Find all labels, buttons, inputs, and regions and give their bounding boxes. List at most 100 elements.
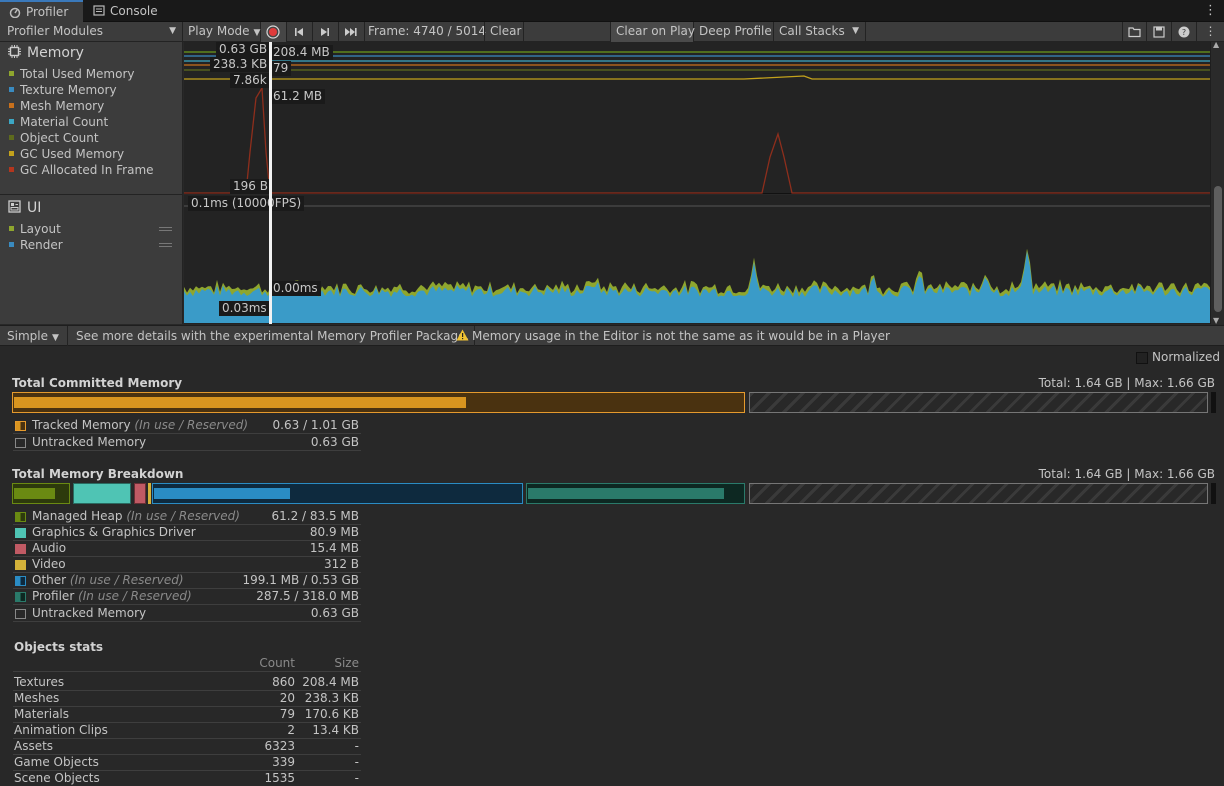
legend-label: Mesh Memory bbox=[20, 99, 105, 113]
video-bar[interactable] bbox=[148, 483, 151, 504]
stat-size: - bbox=[354, 739, 359, 753]
drag-handle-icon[interactable] bbox=[159, 243, 172, 247]
legend-mesh-memory[interactable]: Mesh Memory bbox=[9, 98, 104, 114]
options-menu-icon[interactable]: ⋮ bbox=[1197, 22, 1224, 42]
legend-layout[interactable]: Layout bbox=[9, 221, 177, 237]
profiler-modules-dropdown[interactable]: Profiler Modules ▼ bbox=[0, 22, 183, 42]
tooltip-objects: 7.86k bbox=[230, 73, 270, 88]
memory-profiler-package-link[interactable]: See more details with the experimental M… bbox=[68, 326, 476, 346]
tooltip-texture: 208.4 MB bbox=[270, 45, 333, 60]
breakdown-row-graphics[interactable]: Graphics & Graphics Driver 80.9 MB bbox=[13, 525, 361, 541]
drag-handle-icon[interactable] bbox=[159, 227, 172, 231]
legend-gc-used-memory[interactable]: GC Used Memory bbox=[9, 146, 124, 162]
row-label: Audio bbox=[32, 541, 67, 555]
series-swatch bbox=[9, 226, 14, 231]
last-frame-button[interactable] bbox=[339, 22, 365, 42]
record-icon bbox=[266, 25, 280, 39]
managed-heap-bar[interactable] bbox=[12, 483, 70, 504]
row-value: 80.9 MB bbox=[309, 525, 359, 539]
row-name: Other (In use / Reserved) bbox=[32, 573, 184, 588]
graphics-bar[interactable] bbox=[73, 483, 131, 504]
legend-object-count[interactable]: Object Count bbox=[9, 130, 99, 146]
memory-module-title[interactable]: Memory bbox=[8, 45, 84, 61]
tab-profiler[interactable]: Profiler bbox=[0, 0, 83, 22]
view-mode-dropdown[interactable]: Simple ▼ bbox=[0, 326, 68, 346]
frame-cursor[interactable] bbox=[269, 42, 272, 324]
column-header-size[interactable]: Size bbox=[334, 656, 359, 671]
scroll-down-icon[interactable]: ▼ bbox=[1213, 316, 1219, 325]
ui-chart[interactable]: 0.1ms (10000FPS) 0.00ms 0.03ms bbox=[184, 195, 1210, 324]
untracked-swatch bbox=[15, 438, 26, 448]
committed-row-untracked[interactable]: Untracked Memory 0.63 GB bbox=[13, 435, 361, 451]
record-button[interactable] bbox=[261, 22, 287, 42]
legend-material-count[interactable]: Material Count bbox=[9, 114, 108, 130]
first-frame-button[interactable] bbox=[287, 22, 313, 42]
memory-chart[interactable]: 0.63 GB 208.4 MB 238.3 KB 79 7.86k 61.2 … bbox=[184, 42, 1210, 194]
stat-name: Assets bbox=[14, 739, 54, 753]
objects-stats-title: Objects stats bbox=[14, 640, 104, 654]
breakdown-untracked-bar[interactable] bbox=[749, 483, 1208, 504]
stat-size: - bbox=[354, 771, 359, 785]
row-name: Managed Heap (In use / Reserved) bbox=[32, 509, 240, 524]
legend-gc-allocated-in-frame[interactable]: GC Allocated In Frame bbox=[9, 162, 154, 178]
window-menu-icon[interactable]: ⋮ bbox=[1204, 3, 1217, 18]
audio-bar[interactable] bbox=[134, 483, 146, 504]
legend-total-used-memory[interactable]: Total Used Memory bbox=[9, 66, 135, 82]
column-header-count[interactable]: Count bbox=[259, 656, 295, 671]
series-swatch bbox=[9, 135, 14, 140]
legend-render[interactable]: Render bbox=[9, 237, 177, 253]
window-tab-bar: Profiler Console ⋮ bbox=[0, 0, 1224, 22]
untracked-memory-bar[interactable] bbox=[749, 392, 1208, 413]
module-divider bbox=[0, 194, 183, 195]
breakdown-row-untracked[interactable]: Untracked Memory 0.63 GB bbox=[13, 606, 361, 622]
next-frame-button[interactable] bbox=[313, 22, 339, 42]
clear-on-play-toggle[interactable]: Clear on Play bbox=[610, 22, 695, 42]
profiler-bar[interactable] bbox=[526, 483, 745, 504]
scroll-up-icon[interactable]: ▲ bbox=[1213, 40, 1219, 49]
tracked-memory-bar[interactable] bbox=[12, 392, 745, 413]
breakdown-row-other[interactable]: Other (In use / Reserved) 199.1 MB / 0.5… bbox=[13, 573, 361, 589]
stat-name: Game Objects bbox=[14, 755, 99, 769]
breakdown-row-audio[interactable]: Audio 15.4 MB bbox=[13, 541, 361, 557]
breakdown-row-profiler[interactable]: Profiler (In use / Reserved) 287.5 / 318… bbox=[13, 589, 361, 605]
series-swatch bbox=[9, 87, 14, 92]
breakdown-row-managed-heap[interactable]: Managed Heap (In use / Reserved) 61.2 / … bbox=[13, 509, 361, 525]
console-icon bbox=[93, 5, 105, 16]
committed-row-tracked[interactable]: Tracked Memory (In use / Reserved) 0.63 … bbox=[13, 418, 361, 434]
ui-module-title[interactable]: UI bbox=[8, 200, 41, 216]
row-value: 15.4 MB bbox=[309, 541, 359, 555]
target-selector-dropdown[interactable]: Play Mode ▼ bbox=[183, 22, 261, 42]
ui-title-label: UI bbox=[27, 200, 42, 216]
normalized-checkbox[interactable] bbox=[1136, 352, 1148, 364]
table-row: Meshes 20 238.3 KB bbox=[13, 691, 361, 707]
svg-text:?: ? bbox=[1182, 28, 1186, 37]
load-button[interactable] bbox=[1122, 22, 1147, 42]
save-button[interactable] bbox=[1147, 22, 1172, 42]
row-note: (In use / Reserved) bbox=[69, 573, 184, 587]
tab-console[interactable]: Console bbox=[84, 0, 164, 22]
clear-button[interactable]: Clear bbox=[484, 22, 524, 42]
row-name: Tracked Memory (In use / Reserved) bbox=[32, 418, 248, 433]
legend-texture-memory[interactable]: Texture Memory bbox=[9, 82, 117, 98]
row-label: Video bbox=[32, 557, 66, 571]
managed-heap-fill bbox=[14, 488, 55, 499]
chevron-down-icon: ▼ bbox=[253, 28, 261, 38]
skip-back-icon bbox=[295, 28, 303, 36]
call-stacks-dropdown[interactable]: Call Stacks ▼ bbox=[774, 22, 866, 42]
editor-memory-warning: Memory usage in the Editor is not the sa… bbox=[456, 326, 890, 346]
legend-label: Texture Memory bbox=[20, 83, 117, 97]
memory-title-label: Memory bbox=[27, 45, 84, 61]
help-button[interactable]: ? bbox=[1172, 22, 1197, 42]
scrollbar-thumb[interactable] bbox=[1214, 186, 1222, 312]
deep-profile-toggle[interactable]: Deep Profile bbox=[694, 22, 774, 42]
breakdown-row-video[interactable]: Video 312 B bbox=[13, 557, 361, 573]
bar-end-marker bbox=[1211, 483, 1216, 504]
stat-count: 2 bbox=[287, 723, 295, 737]
legend-label: Material Count bbox=[20, 115, 109, 129]
warning-icon bbox=[456, 329, 469, 341]
stat-name: Textures bbox=[14, 675, 65, 689]
memory-chart-graph bbox=[184, 51, 1210, 194]
frame-label: Frame: 4740 / 5014 bbox=[368, 24, 486, 38]
other-bar[interactable] bbox=[152, 483, 523, 504]
row-value: 61.2 / 83.5 MB bbox=[271, 509, 359, 523]
